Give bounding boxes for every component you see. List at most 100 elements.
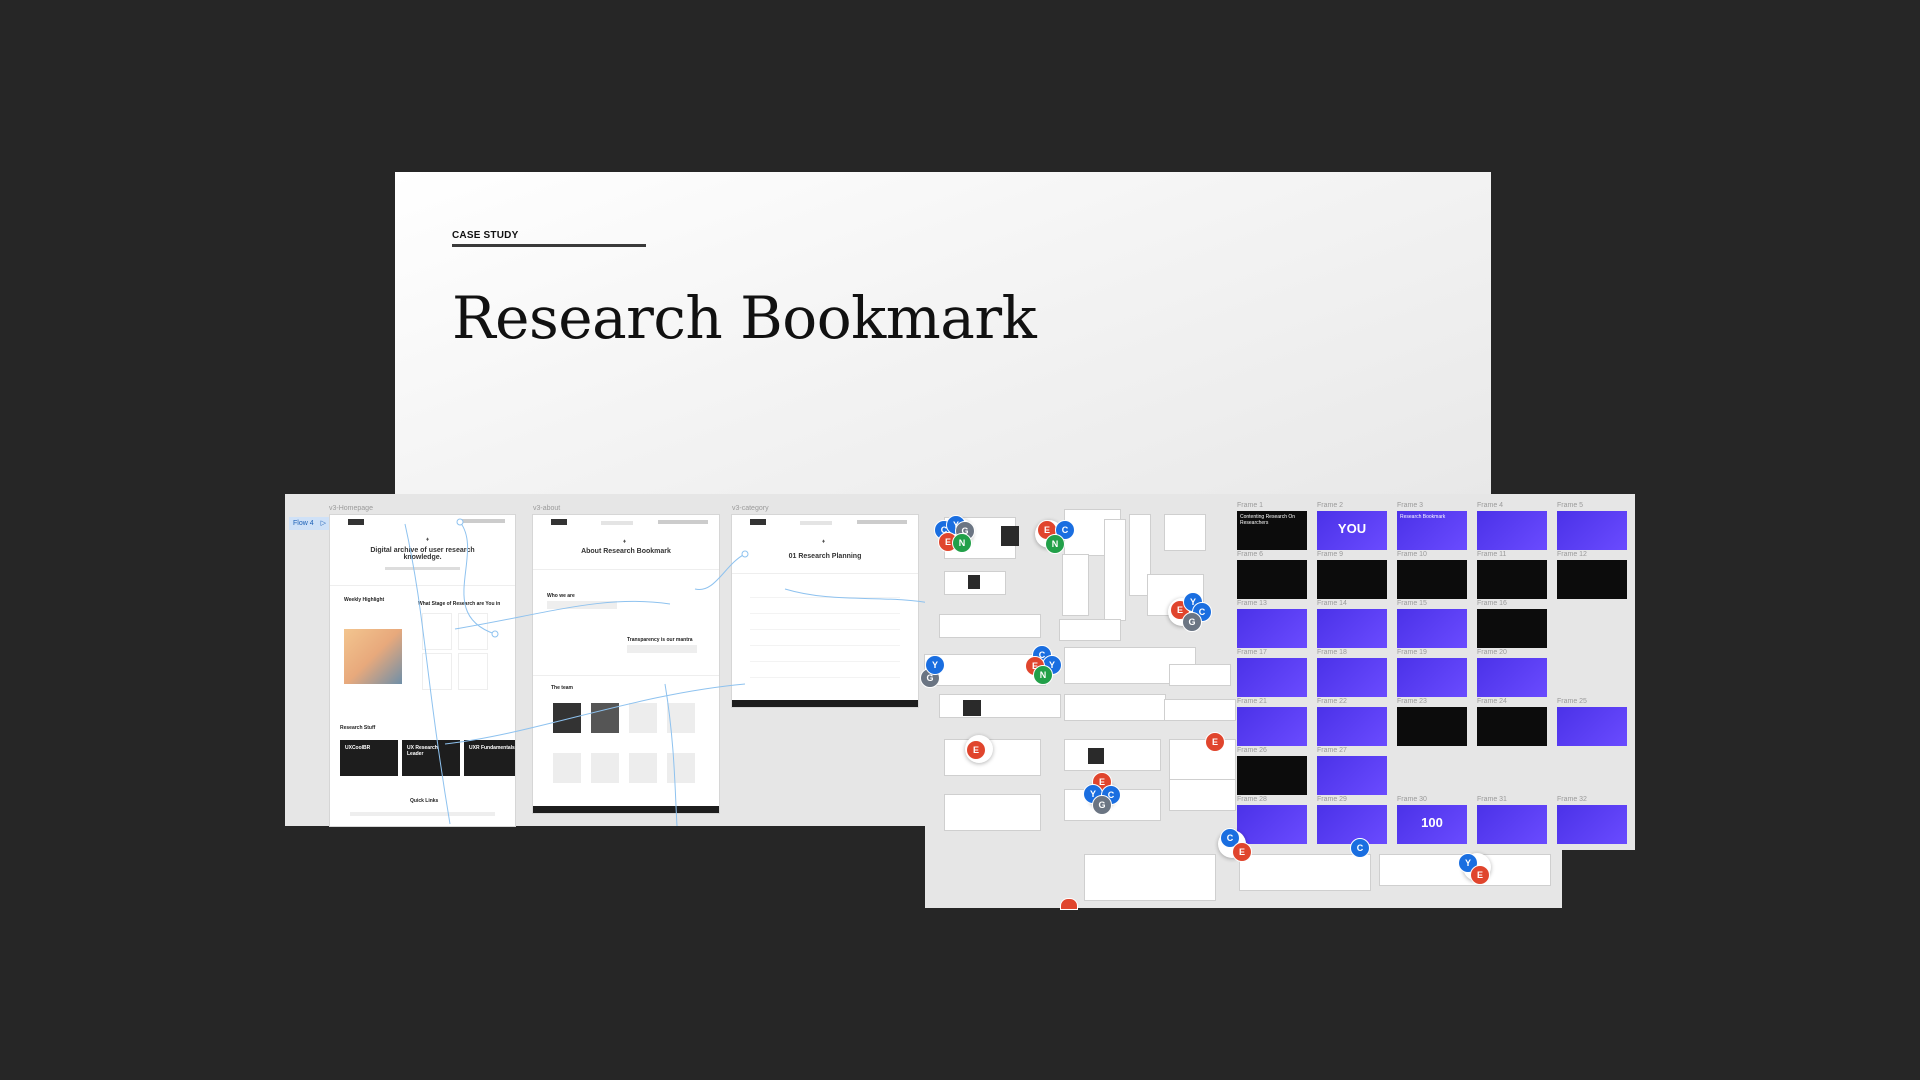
presentation-frame[interactable]: YOU [1317, 511, 1387, 550]
frame-label: Frame 6 [1237, 551, 1264, 558]
presentation-frame[interactable] [1237, 756, 1307, 795]
presentation-frame[interactable] [1317, 805, 1387, 844]
presentation-frame[interactable] [1317, 756, 1387, 795]
frame-text [1317, 560, 1387, 566]
presentation-frame[interactable] [1237, 560, 1307, 599]
frame-label: Frame 21 [1237, 698, 1267, 705]
mini-screen [1105, 520, 1125, 620]
frame-text [1477, 511, 1547, 517]
presentation-frame[interactable] [1317, 560, 1387, 599]
frame-label: Frame 5 [1557, 502, 1584, 509]
frame-label: Frame 29 [1317, 796, 1347, 803]
mini-screen [1165, 515, 1205, 550]
frame-text [1397, 707, 1467, 713]
mini-screen [1240, 855, 1370, 890]
frame-label: Frame 4 [1477, 502, 1504, 509]
presentation-frame[interactable] [1397, 658, 1467, 697]
frame-text [1237, 805, 1307, 811]
presentation-frame[interactable] [1477, 707, 1547, 746]
mini-screen [1065, 740, 1160, 770]
mini-screen-dark [1001, 526, 1019, 546]
presentation-frame[interactable] [1477, 511, 1547, 550]
frame-label: Frame 20 [1477, 649, 1507, 656]
mini-screen [1170, 665, 1230, 685]
presentation-frame[interactable] [1557, 511, 1627, 550]
presentation-frame[interactable]: 100 [1397, 805, 1467, 844]
frame-label: Frame 17 [1237, 649, 1267, 656]
mini-screen [1170, 740, 1235, 785]
frame-label: Frame 31 [1477, 796, 1507, 803]
presentation-frame[interactable] [1237, 609, 1307, 648]
frame-text [1237, 560, 1307, 566]
presentation-frame[interactable] [1557, 805, 1627, 844]
presentation-frame[interactable] [1397, 609, 1467, 648]
avatar: C [1350, 838, 1370, 858]
avatar: E [1232, 842, 1252, 862]
frame-text [1317, 805, 1387, 811]
presentation-frame[interactable] [1557, 560, 1627, 599]
frame-text [1477, 560, 1547, 566]
prototype-connections [404, 518, 935, 826]
avatar: Y [925, 655, 945, 675]
frame-text [1237, 658, 1307, 664]
frame-text [1477, 707, 1547, 713]
presentation-frame[interactable] [1397, 560, 1467, 599]
frame-label: Frame 26 [1237, 747, 1267, 754]
avatar: N [1045, 534, 1065, 554]
frame-text [1317, 609, 1387, 615]
frame-text [1557, 805, 1627, 811]
frame-text [1317, 756, 1387, 762]
frame-text [1317, 658, 1387, 664]
presentation-frame[interactable]: Contenting Research On Researchers [1237, 511, 1307, 550]
eyebrow-underline [452, 244, 646, 247]
frame-text [1237, 609, 1307, 615]
frame-label: Frame 1 [1237, 502, 1264, 509]
frame-label: Frame 16 [1477, 600, 1507, 607]
avatar: G [1092, 795, 1112, 815]
page-title: Research Bookmark [452, 284, 1037, 352]
frame-text [1397, 658, 1467, 664]
presentation-frame[interactable]: Research Bookmark [1397, 511, 1467, 550]
frame-text [1237, 756, 1307, 762]
avatar: E [1470, 865, 1490, 885]
presentation-frame[interactable] [1317, 609, 1387, 648]
frame-text [1557, 560, 1627, 566]
presentation-frame[interactable] [1237, 805, 1307, 844]
frame-text [1477, 609, 1547, 615]
presentation-frame[interactable] [1237, 658, 1307, 697]
frame-label: Frame 14 [1317, 600, 1347, 607]
frame-label: Frame 30 [1397, 796, 1427, 803]
mini-screen [1170, 780, 1235, 810]
mini-screen [1165, 700, 1235, 720]
frame-label: Frame 19 [1397, 649, 1427, 656]
presentation-frame[interactable] [1237, 707, 1307, 746]
mini-screen-dark [963, 700, 981, 716]
frame-label: Frame 3 [1397, 502, 1424, 509]
eyebrow-label: CASE STUDY [452, 230, 519, 241]
presentation-frame[interactable] [1477, 560, 1547, 599]
avatar: G [1182, 612, 1202, 632]
presentation-frame[interactable] [1397, 707, 1467, 746]
mini-screen [1063, 555, 1088, 615]
presentation-frame[interactable] [1317, 707, 1387, 746]
mini-screen [940, 695, 1060, 717]
presentation-frame[interactable] [1477, 658, 1547, 697]
frame-text [1477, 658, 1547, 664]
avatar: E [966, 740, 986, 760]
presentation-frame[interactable] [1317, 658, 1387, 697]
presentation-frame[interactable] [1477, 609, 1547, 648]
frame-text [1237, 707, 1307, 713]
frame-label: Frame 28 [1237, 796, 1267, 803]
frame-label: Frame 11 [1477, 551, 1507, 558]
frame-text: YOU [1337, 521, 1367, 536]
presentation-frame[interactable] [1557, 707, 1627, 746]
avatar: N [1033, 665, 1053, 685]
frame-text [1397, 560, 1467, 566]
avatar: E [1205, 732, 1225, 752]
frame-label: Frame 15 [1397, 600, 1427, 607]
frame-text [1317, 707, 1387, 713]
frame-label: Frame 32 [1557, 796, 1587, 803]
frame-text: Research Bookmark [1400, 514, 1446, 520]
frame-text [1397, 609, 1467, 615]
presentation-frame[interactable] [1477, 805, 1547, 844]
